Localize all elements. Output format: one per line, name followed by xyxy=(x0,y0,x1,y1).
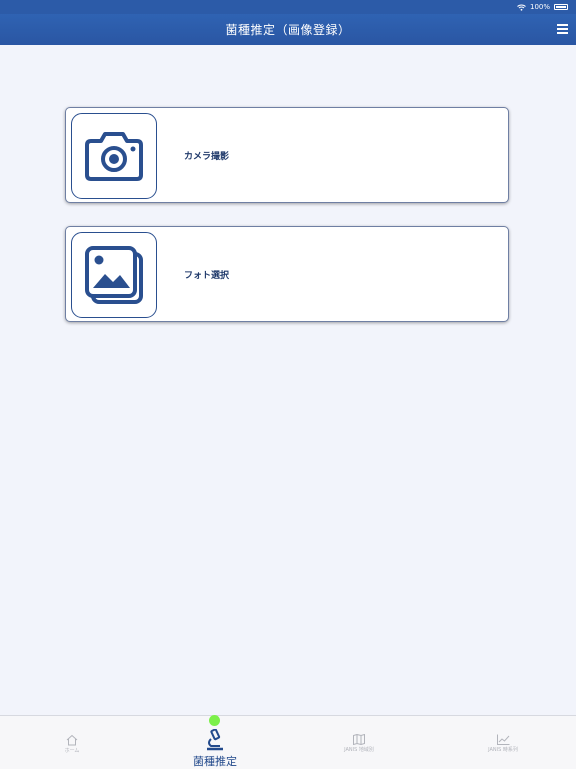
active-tab-indicator xyxy=(209,715,220,726)
photo-select-label: フォト選択 xyxy=(184,270,230,281)
tab-bar: ホーム 菌種推定 JANIS 地域別 JANIS 時系列 xyxy=(0,715,576,769)
map-icon xyxy=(353,734,365,745)
tab-janis-timeseries-label: JANIS 時系列 xyxy=(488,747,518,753)
wifi-icon xyxy=(517,4,526,11)
tab-janis-regional[interactable]: JANIS 地域別 xyxy=(287,716,431,769)
tab-species-estimation-label: 菌種推定 xyxy=(193,755,237,768)
home-icon xyxy=(66,734,78,746)
camera-capture-label: カメラ撮影 xyxy=(184,151,230,162)
status-bar: 100% xyxy=(0,0,576,14)
battery-icon xyxy=(554,4,568,10)
camera-capture-button[interactable]: カメラ撮影 xyxy=(65,107,509,203)
tab-janis-timeseries[interactable]: JANIS 時系列 xyxy=(431,716,575,769)
page-title: 菌種推定（画像登録） xyxy=(225,23,351,37)
navigation-bar: 菌種推定（画像登録） xyxy=(0,14,576,45)
tab-home[interactable]: ホーム xyxy=(0,716,144,769)
chart-icon xyxy=(496,734,509,745)
hamburger-menu-icon[interactable] xyxy=(557,24,568,34)
battery-percent: 100% xyxy=(529,3,550,11)
tab-home-label: ホーム xyxy=(64,748,80,754)
microscope-icon xyxy=(207,729,223,751)
camera-icon xyxy=(71,113,157,199)
photo-select-button[interactable]: フォト選択 xyxy=(65,226,509,322)
tab-janis-regional-label: JANIS 地域別 xyxy=(344,747,374,753)
photo-gallery-icon xyxy=(71,232,157,318)
